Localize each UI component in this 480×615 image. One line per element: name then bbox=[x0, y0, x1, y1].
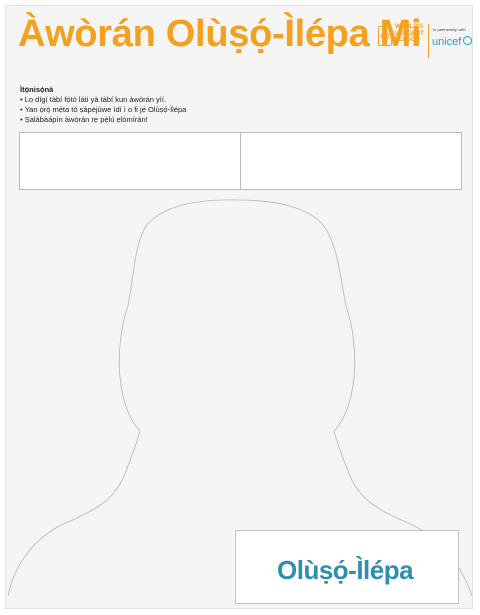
portrait-silhouette bbox=[7, 199, 472, 597]
label-title: Olùṣọ́-Ìlépa bbox=[277, 555, 414, 585]
worksheet-page: Àwòrán Olùṣọ́-Ìlépa Mi WORLD'S LARGEST L… bbox=[5, 5, 473, 609]
